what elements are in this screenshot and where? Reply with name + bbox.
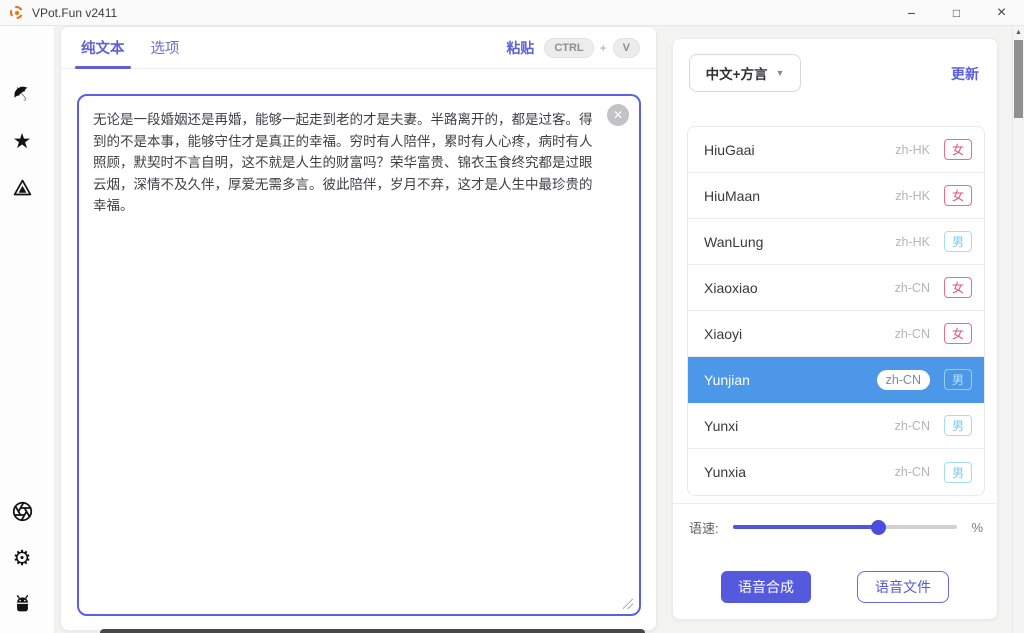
clear-text-icon[interactable]: ✕: [607, 104, 629, 126]
language-select[interactable]: 中文+方言 ▼: [689, 54, 801, 92]
voice-lang-badge: zh-CN: [895, 465, 930, 479]
voice-row[interactable]: Yunxi zh-CN 男: [688, 403, 984, 449]
rate-row: 语速: %: [673, 507, 997, 547]
voice-lang-badge: zh-CN: [895, 281, 930, 295]
voice-file-button[interactable]: 语音文件: [857, 571, 949, 603]
editor-tabs: 纯文本 选项 粘贴 CTRL + V: [61, 27, 656, 69]
shutter-icon[interactable]: [8, 497, 36, 525]
title-bar: VPot.Fun v2411 − □ ×: [0, 0, 1024, 26]
voice-gender-badge: 女: [944, 139, 972, 160]
app-logo-icon: [10, 6, 23, 19]
voice-gender-badge: 女: [944, 323, 972, 344]
voice-lang-badge: zh-HK: [895, 143, 930, 157]
voice-row[interactable]: HiuGaai zh-HK 女: [688, 127, 984, 173]
update-link[interactable]: 更新: [951, 64, 979, 84]
voice-row[interactable]: Xiaoxiao zh-CN 女: [688, 265, 984, 311]
tab-options[interactable]: 选项: [145, 27, 186, 68]
voice-name: HiuMaan: [704, 188, 760, 204]
rate-slider-fill: [733, 525, 879, 529]
chevron-down-icon: ▼: [775, 68, 784, 78]
close-button[interactable]: ×: [979, 0, 1024, 25]
voice-panel: 中文+方言 ▼ 更新 HiuGaai zh-HK 女 HiuMaan zh-HK…: [672, 38, 998, 620]
voice-gender-badge: 男: [944, 369, 972, 390]
voice-name: HiuGaai: [704, 142, 755, 158]
sidebar: ☂ ★ ⚙: [0, 26, 55, 633]
maximize-button[interactable]: □: [934, 0, 979, 25]
voice-lang-badge: zh-CN: [877, 370, 930, 390]
window-controls: − □ ×: [889, 0, 1024, 25]
rate-slider-thumb[interactable]: [871, 520, 886, 535]
star-icon[interactable]: ★: [8, 127, 36, 155]
rate-unit: %: [971, 520, 983, 535]
ctrl-key-badge: CTRL: [544, 38, 593, 58]
tab-plain-text[interactable]: 纯文本: [75, 27, 131, 68]
gear-icon[interactable]: ⚙: [8, 544, 36, 572]
android-icon[interactable]: [8, 589, 36, 617]
language-select-value: 中文+方言: [706, 63, 768, 83]
voice-list: HiuGaai zh-HK 女 HiuMaan zh-HK 女 WanLung …: [687, 126, 985, 496]
cutoff-toast-strip: [100, 629, 645, 633]
scrollbar-thumb[interactable]: [1014, 40, 1023, 118]
voice-row[interactable]: Yunjian zh-CN 男: [688, 357, 984, 403]
voice-name: Yunjian: [704, 372, 750, 388]
synthesize-button[interactable]: 语音合成: [721, 571, 811, 603]
paste-button[interactable]: 粘贴: [506, 38, 534, 58]
voice-lang-badge: zh-CN: [895, 419, 930, 433]
voice-name: Xiaoxiao: [704, 280, 758, 296]
editor-card: 纯文本 选项 粘贴 CTRL + V 无论是一段婚姻还是再婚，能够一起走到老的才…: [60, 26, 657, 631]
rate-label: 语速:: [689, 518, 719, 537]
voice-lang-badge: zh-HK: [895, 189, 930, 203]
paste-zone: 粘贴 CTRL + V: [506, 38, 640, 58]
voice-gender-badge: 男: [944, 415, 972, 436]
mountain-icon[interactable]: [8, 173, 36, 201]
rate-slider[interactable]: [733, 525, 957, 529]
voice-lang-badge: zh-CN: [895, 327, 930, 341]
voice-gender-badge: 男: [944, 231, 972, 252]
window-scrollbar[interactable]: ▲: [1012, 26, 1024, 633]
text-input[interactable]: 无论是一段婚姻还是再婚，能够一起走到老的才是夫妻。半路离开的，都是过客。得到的不…: [77, 94, 641, 616]
voice-name: Yunxia: [704, 464, 746, 480]
voice-lang-badge: zh-HK: [895, 235, 930, 249]
resize-handle[interactable]: [623, 599, 633, 609]
voice-row[interactable]: Xiaoyi zh-CN 女: [688, 311, 984, 357]
voice-name: Xiaoyi: [704, 326, 742, 342]
v-key-badge: V: [613, 38, 640, 58]
divider: [673, 503, 997, 504]
scroll-up-icon[interactable]: ▲: [1013, 29, 1024, 36]
voice-row[interactable]: HiuMaan zh-HK 女: [688, 173, 984, 219]
window-title: VPot.Fun v2411: [32, 6, 117, 20]
action-row: 语音合成 语音文件: [673, 571, 997, 603]
plus-separator: +: [600, 41, 607, 55]
voice-row[interactable]: WanLung zh-HK 男: [688, 219, 984, 265]
voice-gender-badge: 女: [944, 277, 972, 298]
voice-name: WanLung: [704, 234, 763, 250]
minimize-button[interactable]: −: [889, 0, 934, 25]
voice-name: Yunxi: [704, 418, 738, 434]
voice-gender-badge: 女: [944, 185, 972, 206]
voice-gender-badge: 男: [944, 462, 972, 483]
voice-row[interactable]: Yunxia zh-CN 男: [688, 449, 984, 495]
umbrella-icon[interactable]: ☂: [2, 74, 41, 113]
